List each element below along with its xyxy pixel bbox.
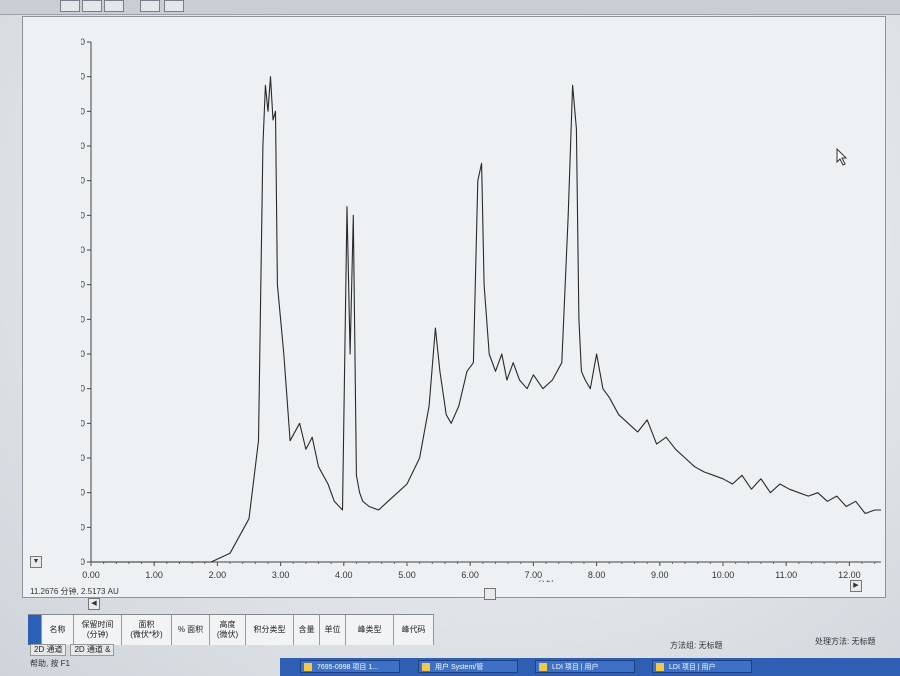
scroll-left-button[interactable]: ◀: [88, 598, 100, 610]
scroll-button[interactable]: [484, 588, 496, 600]
column-header-units[interactable]: 单位: [320, 615, 346, 645]
column-header-height[interactable]: 高度 (微伏): [210, 615, 246, 645]
y-tick-label: 1.40: [81, 314, 85, 324]
peak-table-header: 名称 保留时间 (分钟) 面积 (微伏*秒) % 面积 高度 (微伏) 积分类型…: [28, 614, 434, 645]
y-tick-label: 0.20: [81, 522, 85, 532]
column-header-retention-time[interactable]: 保留时间 (分钟): [74, 615, 122, 645]
method-status: 方法组: 无标题: [670, 641, 723, 650]
toolbar-button[interactable]: [82, 0, 102, 12]
y-tick-label: 0.80: [81, 418, 85, 428]
column-header-peak-type[interactable]: 峰类型: [346, 615, 394, 645]
y-tick-label: 1.80: [81, 245, 85, 255]
column-header-peak-code[interactable]: 峰代码: [394, 615, 434, 645]
help-text: 帮助, 按 F1: [30, 659, 71, 668]
column-header-integration-type[interactable]: 积分类型: [246, 615, 294, 645]
x-tick-label: 2.00: [209, 570, 227, 580]
y-tick-label: 2.40: [81, 141, 85, 151]
x-tick-label: 0.00: [82, 570, 100, 580]
y-tick-label: 2.00: [81, 210, 85, 220]
x-tick-label: 12.00: [838, 570, 861, 580]
scroll-down-button[interactable]: ▼: [30, 556, 42, 568]
chromatogram-frame: 0.00 0.20 0.40 0.60 0.80 1.00 1.20 1.40 1.60 1.80…: [22, 16, 886, 598]
y-tick-label: 2.60: [81, 106, 85, 116]
x-tick-label: 5.00: [398, 570, 416, 580]
column-header-area[interactable]: 面积 (微伏*秒): [122, 615, 172, 645]
toolbar-button[interactable]: [104, 0, 124, 12]
window-icon: [539, 663, 547, 671]
taskbar-item[interactable]: 7695-0998 项目 1...: [300, 660, 400, 673]
y-tick-label: 2.80: [81, 72, 85, 82]
tab-2d-channel[interactable]: 2D 通道: [30, 644, 67, 656]
view-tabs: 2D 通道 2D 通道 &: [30, 644, 115, 656]
chromatogram-plot[interactable]: 0.00 0.20 0.40 0.60 0.80 1.00 1.20 1.40 1.60 1.80…: [81, 37, 891, 582]
y-tick-label: 0.60: [81, 453, 85, 463]
scroll-right-button[interactable]: ▶: [850, 580, 862, 592]
chromatogram-svg: 0.00 0.20 0.40 0.60 0.80 1.00 1.20 1.40 1.60 1.80…: [81, 37, 881, 582]
mouse-cursor-icon: [836, 148, 848, 166]
y-tick-label: 3.00: [81, 37, 85, 47]
x-tick-label: 6.00: [461, 570, 479, 580]
y-tick-label: 1.60: [81, 280, 85, 290]
x-tick-label: 1.00: [145, 570, 163, 580]
toolbar-button[interactable]: [140, 0, 160, 12]
y-tick-label: 1.20: [81, 349, 85, 359]
column-header-amount[interactable]: 含量: [294, 615, 320, 645]
column-header-percent-area[interactable]: % 面积: [172, 615, 210, 645]
chromatogram-trace: [91, 76, 881, 563]
toolbar-button[interactable]: [164, 0, 184, 12]
x-tick-label: 11.00: [775, 570, 797, 580]
y-tick-label: 0.40: [81, 488, 85, 498]
window-icon: [304, 663, 312, 671]
x-tick-label: 7.00: [525, 570, 543, 580]
processing-status: 处理方法: 无标题: [815, 637, 876, 646]
table-corner: [28, 615, 42, 645]
taskbar-item[interactable]: LDI 项目 | 用户: [652, 660, 752, 673]
x-axis-label: 分钟: [537, 579, 555, 582]
toolbar-button[interactable]: [60, 0, 80, 12]
taskbar-item[interactable]: 用户 System/管: [418, 660, 518, 673]
tab-2d-channel-2[interactable]: 2D 通道 &: [70, 644, 115, 656]
x-tick-label: 9.00: [651, 570, 669, 580]
x-tick-label: 3.00: [272, 570, 290, 580]
y-tick-label: 0.00: [81, 557, 85, 567]
y-tick-label: 2.20: [81, 176, 85, 186]
window-icon: [656, 663, 664, 671]
taskbar-item[interactable]: LDI 项目 | 用户: [535, 660, 635, 673]
column-header-name[interactable]: 名称: [42, 615, 74, 645]
y-tick-label: 1.00: [81, 384, 85, 394]
x-tick-label: 8.00: [588, 570, 606, 580]
x-tick-label: 10.00: [712, 570, 735, 580]
toolbar: [0, 0, 900, 15]
cursor-readout: 11.2676 分钟, 2.5173 AU: [30, 587, 119, 596]
x-tick-label: 4.00: [335, 570, 353, 580]
taskbar: 7695-0998 项目 1... 用户 System/管 LDI 项目 | 用…: [280, 658, 900, 676]
window-icon: [422, 663, 430, 671]
